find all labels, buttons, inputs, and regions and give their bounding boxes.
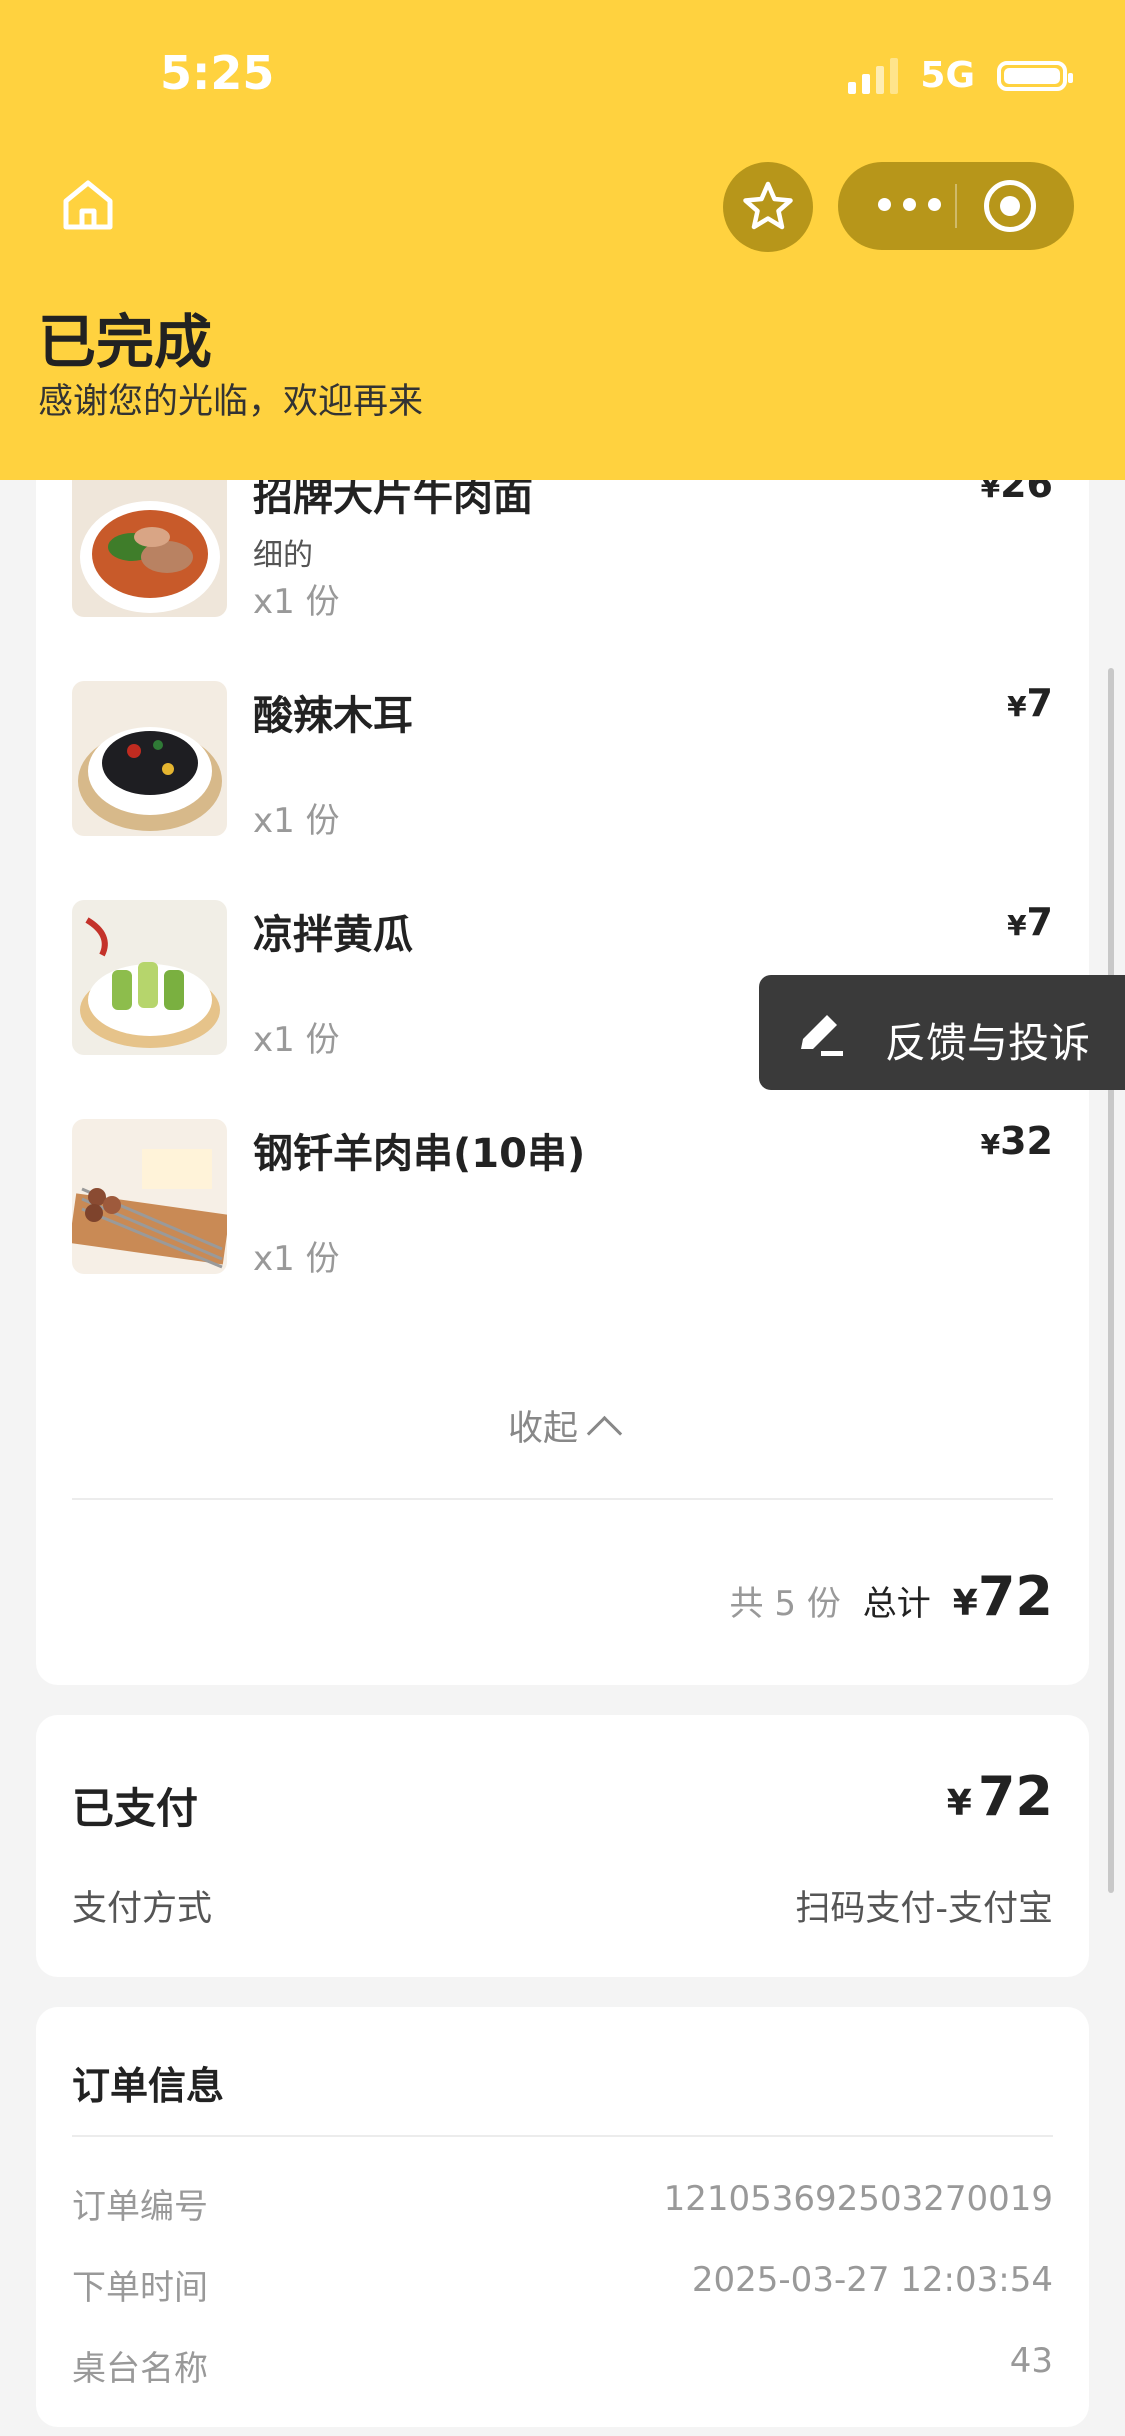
- order-time-value: 2025-03-27 12:03:54: [691, 2260, 1053, 2300]
- header: 5:25 5G 已完成 感谢您的光临，欢迎再来: [0, 0, 1125, 480]
- order-info-title: 订单信息: [72, 2064, 225, 2108]
- order-number-row: 订单编号 121053692503270019: [72, 2179, 1053, 2228]
- home-icon: [63, 180, 113, 230]
- page-title: 已完成: [38, 308, 213, 376]
- table-name-label: 桌台名称: [72, 2349, 208, 2389]
- payment-amount: ¥72: [947, 1765, 1053, 1828]
- item-qty: x1 份: [253, 1239, 340, 1279]
- capsule-divider: [955, 184, 957, 228]
- order-time-row: 下单时间 2025-03-27 12:03:54: [72, 2260, 1053, 2309]
- payment-status: 已支付: [72, 1784, 199, 1833]
- dish-image-cucumber: [72, 900, 227, 1055]
- status-time: 5:25: [160, 46, 275, 100]
- feedback-label: 反馈与投诉: [885, 1019, 1090, 1067]
- item-name: 凉拌黄瓜: [253, 912, 413, 958]
- dish-image-lamb-skewers: [72, 1119, 227, 1274]
- currency-symbol: ¥: [952, 1583, 978, 1624]
- list-item: 酸辣木耳 x1 份 ¥7: [72, 681, 1053, 841]
- item-qty: x1 份: [253, 582, 340, 622]
- payment-card: 已支付 ¥72 支付方式 扫码支付-支付宝: [36, 1715, 1089, 1977]
- battery-icon: [997, 60, 1073, 91]
- dish-image-wood-ear: [72, 681, 227, 836]
- item-price-value: 7: [1026, 900, 1053, 944]
- dish-image-beef-noodles: [72, 462, 227, 617]
- signal-icon: [848, 57, 899, 94]
- order-time-label: 下单时间: [72, 2268, 208, 2308]
- item-name: 钢钎羊肉串(10串): [253, 1131, 586, 1177]
- collapse-label: 收起: [507, 1409, 578, 1449]
- page-subtitle: 感谢您的光临，欢迎再来: [38, 382, 424, 422]
- scrollbar[interactable]: [1108, 668, 1114, 1893]
- edit-icon: [801, 1015, 843, 1056]
- payment-amount-value: 72: [977, 1765, 1053, 1828]
- order-number-value: 121053692503270019: [663, 2179, 1053, 2219]
- network-type: 5G: [920, 55, 975, 96]
- currency-symbol: ¥: [1007, 909, 1027, 942]
- status-indicators: 5G: [848, 55, 1073, 96]
- total-amount: 72: [977, 1565, 1053, 1628]
- payment-method-value: 扫码支付-支付宝: [795, 1889, 1053, 1929]
- list-item: 钢钎羊肉串(10串) x1 份 ¥32: [72, 1119, 1053, 1279]
- item-price-value: 7: [1026, 681, 1053, 725]
- more-dots-icon[interactable]: [878, 198, 941, 211]
- payment-method-label: 支付方式: [72, 1889, 213, 1929]
- home-button[interactable]: [58, 175, 118, 235]
- item-price: ¥32: [981, 1119, 1053, 1163]
- order-number-label: 订单编号: [72, 2187, 208, 2227]
- divider: [72, 1498, 1053, 1500]
- target-icon[interactable]: [984, 180, 1036, 232]
- table-name-row: 桌台名称 43: [72, 2341, 1053, 2390]
- order-info-card: 订单信息 订单编号 121053692503270019 下单时间 2025-0…: [36, 2007, 1089, 2427]
- item-price: ¥7: [1007, 681, 1053, 725]
- currency-symbol: ¥: [980, 1128, 1001, 1161]
- total-label: 总计: [862, 1584, 931, 1624]
- currency-symbol: ¥: [946, 1783, 972, 1824]
- item-count: 共 5 份: [729, 1584, 841, 1624]
- item-price: ¥7: [1007, 900, 1053, 944]
- currency-symbol: ¥: [1007, 690, 1027, 723]
- item-qty: x1 份: [253, 801, 340, 841]
- divider: [72, 2135, 1053, 2137]
- collapse-button[interactable]: 收起: [36, 1400, 1089, 1452]
- table-name-value: 43: [1009, 2341, 1053, 2381]
- order-summary: 共 5 份 总计 ¥72: [730, 1565, 1053, 1628]
- item-name: 酸辣木耳: [253, 693, 413, 739]
- chevron-up-icon: [586, 1415, 623, 1452]
- feedback-button[interactable]: 反馈与投诉: [759, 975, 1125, 1090]
- favorite-button[interactable]: [723, 162, 813, 252]
- item-qty: x1 份: [253, 1020, 340, 1060]
- mini-program-capsule: [838, 162, 1074, 250]
- list-item: 招牌大片牛肉面 细的 x1 份 ¥26: [72, 462, 1053, 622]
- item-price-value: 32: [1000, 1119, 1053, 1163]
- star-icon: [743, 181, 793, 230]
- item-spec: 细的: [253, 538, 313, 573]
